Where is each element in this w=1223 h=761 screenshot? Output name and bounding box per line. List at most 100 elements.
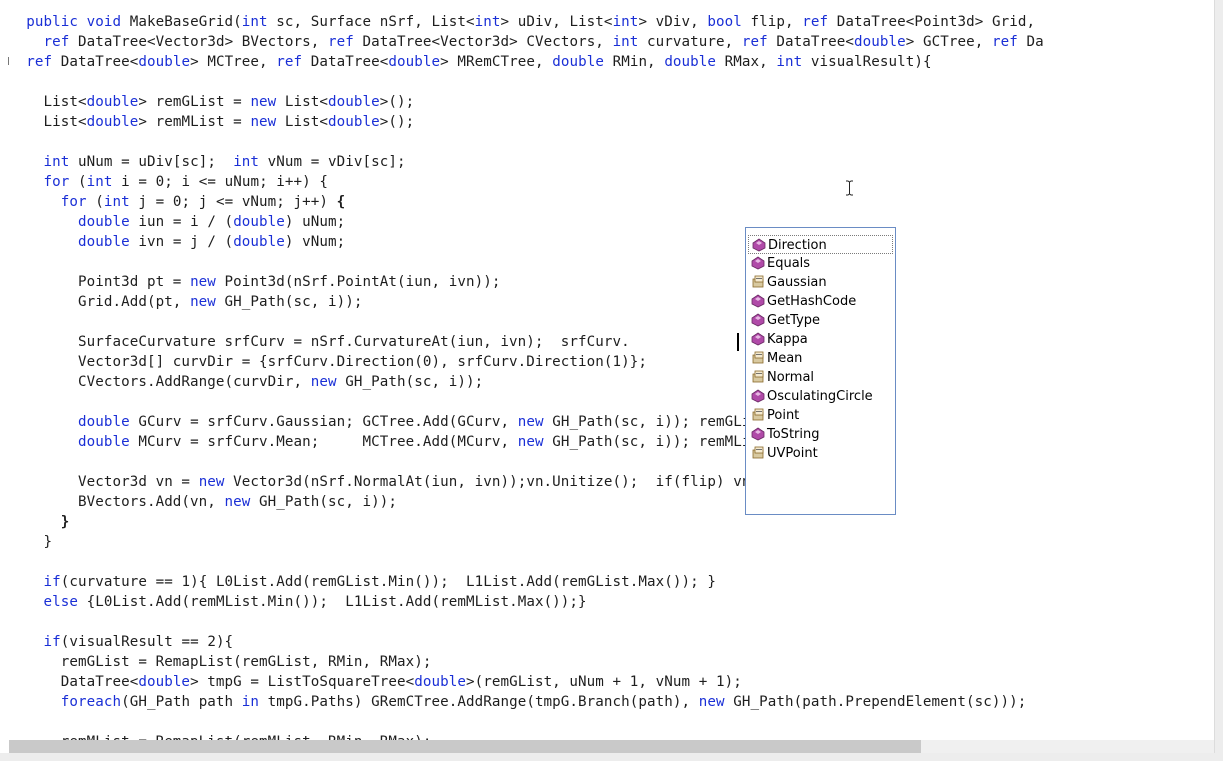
code-token: GH_Path(sc, i));: [215, 294, 363, 310]
ibeam-cursor-icon: [846, 180, 853, 196]
code-token: {L0List.Add(remMList.Min()); L1List.Add(…: [78, 594, 587, 610]
code-token: Da: [1017, 34, 1044, 50]
horizontal-scrollbar[interactable]: [9, 740, 1215, 753]
code-line[interactable]: remMList = RemapList(remMList, RMin, RMa…: [9, 732, 432, 740]
code-keyword: new: [198, 474, 225, 490]
code-token: > MRemCTree,: [440, 54, 553, 70]
code-line[interactable]: for (int i = 0; i <= uNum; i++) {: [9, 172, 328, 192]
completion-item[interactable]: Normal: [748, 368, 893, 387]
code-line[interactable]: SurfaceCurvature srfCurv = nSrf.Curvatur…: [9, 332, 630, 352]
code-line[interactable]: remGList = RemapList(remGList, RMin, RMa…: [9, 652, 432, 672]
completion-item[interactable]: UVPoint: [748, 444, 893, 463]
code-token: (curvature == 1){ L0List.Add(remGList.Mi…: [60, 574, 716, 590]
code-line[interactable]: foreach(GH_Path path in tmpG.Paths) GRem…: [9, 692, 1027, 712]
code-line[interactable]: }: [9, 532, 52, 552]
code-keyword: for: [43, 174, 70, 190]
code-token: (: [69, 174, 87, 190]
code-token: >(remGList, uNum + 1, vNum + 1);: [465, 674, 742, 690]
code-keyword: int: [612, 14, 639, 30]
code-line[interactable]: ref DataTree<Vector3d> BVectors, ref Dat…: [9, 32, 1044, 52]
code-token: DataTree<: [767, 34, 854, 50]
code-token: GH_Path(path.PrependElement(sc)));: [724, 694, 1027, 710]
method-icon: [751, 332, 765, 346]
code-token: MakeBaseGrid(: [121, 14, 242, 30]
completion-popup[interactable]: Direction Equals Gaussian GetHashCode GetTyp…: [745, 227, 896, 515]
code-line[interactable]: BVectors.Add(vn, new GH_Path(sc, i));: [9, 492, 397, 512]
code-keyword: int: [86, 174, 113, 190]
completion-item[interactable]: ToString: [748, 425, 893, 444]
code-line[interactable]: int uNum = uDiv[sc]; int vNum = vDiv[sc]…: [9, 152, 406, 172]
completion-item-label: Mean: [767, 351, 803, 366]
completion-item[interactable]: Equals: [748, 254, 893, 273]
code-token: RMin,: [603, 54, 665, 70]
completion-item[interactable]: Gaussian: [748, 273, 893, 292]
completion-item[interactable]: Point: [748, 406, 893, 425]
code-token: GH_Path(sc, i));: [336, 374, 484, 390]
code-keyword: int: [233, 154, 260, 170]
code-keyword: double: [77, 414, 130, 430]
code-line[interactable]: public void MakeBaseGrid(int sc, Surface…: [9, 12, 1035, 32]
code-token: DataTree<Vector3d> BVectors,: [69, 34, 329, 50]
code-line[interactable]: List<double> remGList = new List<double>…: [9, 92, 414, 112]
completion-item[interactable]: Kappa: [748, 330, 893, 349]
completion-item[interactable]: GetType: [748, 311, 893, 330]
code-keyword: in: [241, 694, 260, 710]
code-line[interactable]: Grid.Add(pt, new GH_Path(sc, i));: [9, 292, 363, 312]
code-keyword: double: [414, 674, 466, 690]
code-line[interactable]: CVectors.AddRange(curvDir, new GH_Path(s…: [9, 372, 483, 392]
code-line[interactable]: if(curvature == 1){ L0List.Add(remGList.…: [9, 572, 716, 592]
code-keyword: double: [77, 214, 130, 230]
method-icon: [752, 238, 766, 252]
code-line[interactable]: if(visualResult == 2){: [9, 632, 234, 652]
code-line[interactable]: }: [9, 512, 70, 532]
code-editor[interactable]: public void MakeBaseGrid(int sc, Surface…: [9, 0, 1215, 740]
completion-item-label: Point: [767, 408, 800, 423]
code-keyword: ref: [741, 34, 768, 50]
code-token: remGList = RemapList(remGList, RMin, RMa…: [9, 654, 432, 670]
code-line[interactable]: double iun = i / (double) uNum;: [9, 212, 345, 232]
code-line[interactable]: DataTree<double> tmpG = ListToSquareTree…: [9, 672, 742, 692]
code-line[interactable]: double GCurv = srfCurv.Gaussian; GCTree.…: [9, 412, 871, 432]
completion-item[interactable]: GetHashCode: [748, 292, 893, 311]
code-token: DataTree<Point3d> Grid,: [828, 14, 1036, 30]
code-line[interactable]: else {L0List.Add(remMList.Min()); L1List…: [9, 592, 587, 612]
code-line[interactable]: ref DataTree<double> MCTree, ref DataTre…: [9, 52, 932, 72]
method-icon: [751, 294, 765, 308]
code-line[interactable]: double ivn = j / (double) vNum;: [9, 232, 345, 252]
property-icon: [752, 275, 764, 288]
code-keyword: int: [612, 34, 639, 50]
code-line[interactable]: Vector3d vn = new Vector3d(nSrf.NormalAt…: [9, 472, 845, 492]
code-token: DataTree<: [52, 54, 139, 70]
code-keyword: double: [328, 94, 380, 110]
code-keyword: ref: [328, 34, 354, 50]
code-token: (: [86, 194, 104, 210]
scrollbar-thumb[interactable]: [9, 740, 921, 753]
code-line[interactable]: Point3d pt = new Point3d(nSrf.PointAt(iu…: [9, 272, 500, 292]
completion-item-label: UVPoint: [767, 446, 818, 461]
code-keyword: ref: [802, 14, 829, 30]
code-token: {: [336, 194, 346, 210]
code-token: > uDiv, List<: [500, 14, 613, 30]
completion-item-label: ToString: [767, 427, 820, 442]
code-keyword: if: [43, 634, 61, 650]
code-keyword: foreach: [60, 694, 122, 710]
code-keyword: new: [250, 114, 277, 130]
code-line[interactable]: Vector3d[] curvDir = {srfCurv.Direction(…: [9, 352, 647, 372]
code-line[interactable]: List<double> remMList = new List<double>…: [9, 112, 414, 132]
completion-item[interactable]: Mean: [748, 349, 893, 368]
code-line[interactable]: double MCurv = srfCurv.Mean; MCTree.Add(…: [9, 432, 871, 452]
code-token: DataTree<: [9, 674, 139, 690]
code-token: Grid.Add(pt,: [9, 294, 191, 310]
code-keyword: new: [224, 494, 251, 510]
completion-item[interactable]: OsculatingCircle: [748, 387, 893, 406]
completion-item-label: Normal: [767, 370, 815, 385]
code-line[interactable]: for (int j = 0; j <= vNum; j++) {: [9, 192, 345, 212]
completion-item[interactable]: Direction: [748, 235, 893, 254]
